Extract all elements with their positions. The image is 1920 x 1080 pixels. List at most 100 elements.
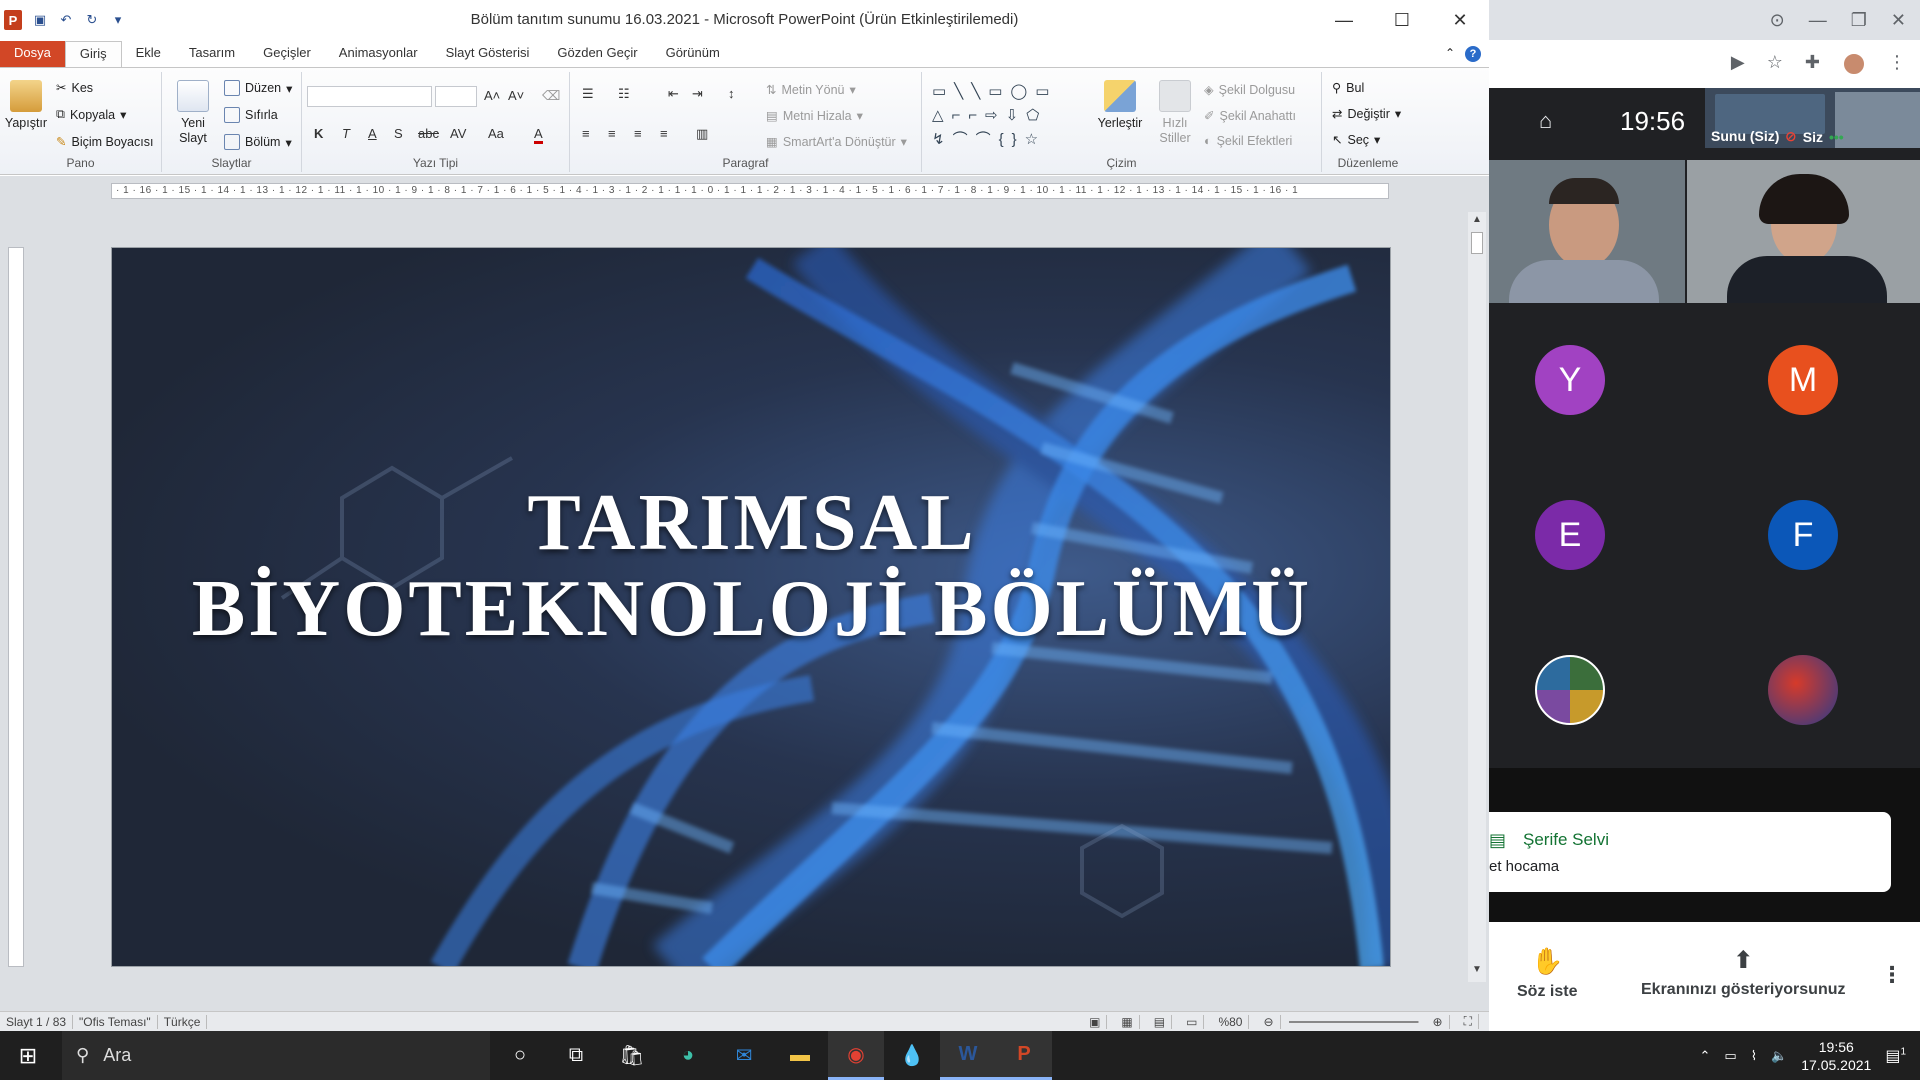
- char-spacing-icon[interactable]: AV: [450, 126, 466, 141]
- presenting-button[interactable]: ⬆ Ekranınızı gösteriyorsunuz: [1641, 946, 1845, 999]
- align-center-icon[interactable]: ≡: [608, 126, 616, 141]
- numbering-icon[interactable]: ☷: [618, 86, 630, 102]
- tab-search-icon[interactable]: ⊙: [1770, 10, 1785, 31]
- chat-notification[interactable]: ▤ Şerife Selvi et hocama: [1489, 812, 1891, 892]
- text-direction-button[interactable]: ⇅ Metin Yönü ▾: [766, 82, 856, 98]
- theme-name[interactable]: "Ofis Teması": [73, 1014, 158, 1029]
- paste-button[interactable]: Yapıştır: [4, 80, 48, 131]
- participant-avatar-photo-1[interactable]: [1535, 655, 1605, 725]
- fit-slide-icon[interactable]: ⛶: [1458, 1014, 1479, 1029]
- font-color-icon[interactable]: A: [534, 126, 543, 144]
- more-dots-icon[interactable]: •••: [1829, 129, 1844, 145]
- slideshow-icon[interactable]: ▭: [1180, 1014, 1205, 1029]
- taskbar-search[interactable]: ⚲ Ara: [62, 1031, 490, 1080]
- participant-avatar-f[interactable]: F: [1768, 500, 1838, 570]
- chrome-icon[interactable]: ◉: [828, 1031, 884, 1080]
- participant-video-female[interactable]: [1687, 160, 1920, 303]
- shape-outline-button[interactable]: ✐ Şekil Anahattı: [1204, 108, 1296, 124]
- copy-button[interactable]: ⧉ Kopyala ▾: [56, 107, 126, 122]
- taskbar-clock[interactable]: 19:56 17.05.2021: [1801, 1038, 1871, 1074]
- notification-icon[interactable]: ▤1: [1885, 1046, 1906, 1066]
- change-case-icon[interactable]: Aa: [488, 126, 504, 141]
- shapes-gallery[interactable]: ▭╲╲▭◯▭ △⌐⌐⇨⇩⬠ ↯⌒⌒{}☆: [932, 80, 1082, 154]
- store-icon[interactable]: 🛍: [604, 1031, 660, 1080]
- close-button[interactable]: ✕: [1431, 0, 1489, 40]
- collapse-ribbon-icon[interactable]: ⌃: [1445, 46, 1455, 62]
- slide-title[interactable]: TARIMSAL BİYOTEKNOLOJİ BÖLÜMÜ: [112, 480, 1390, 652]
- vertical-scrollbar[interactable]: ▲ ▼: [1468, 212, 1486, 982]
- minimize-button[interactable]: —: [1315, 0, 1373, 40]
- mail-icon[interactable]: ✉: [716, 1031, 772, 1080]
- more-options-icon[interactable]: ⋮: [1881, 962, 1903, 988]
- shape-effects-button[interactable]: ◐ Şekil Efektleri: [1204, 134, 1292, 148]
- paint-drop-icon[interactable]: 💧: [884, 1031, 940, 1080]
- participant-avatar-m[interactable]: M: [1768, 345, 1838, 415]
- participant-avatar-photo-2[interactable]: [1768, 655, 1838, 725]
- slide-number[interactable]: Slayt 1 / 83: [0, 1014, 74, 1029]
- zoom-in-icon[interactable]: ⊕: [1427, 1014, 1450, 1029]
- battery-icon[interactable]: ▭: [1724, 1048, 1736, 1064]
- close-icon[interactable]: ✕: [1891, 10, 1906, 31]
- reading-view-icon[interactable]: ▤: [1148, 1014, 1173, 1029]
- tab-gecisler[interactable]: Geçişler: [249, 41, 325, 67]
- volume-icon[interactable]: 🔈: [1771, 1048, 1787, 1064]
- wifi-icon[interactable]: ⌇: [1751, 1048, 1757, 1064]
- smartart-button[interactable]: ▦ SmartArt'a Dönüştür ▾: [766, 134, 907, 150]
- justify-icon[interactable]: ≡: [660, 126, 668, 141]
- replace-button[interactable]: ⇄ Değiştir ▾: [1332, 106, 1401, 122]
- grow-font-icon[interactable]: A˄: [484, 88, 500, 103]
- participant-avatar-y[interactable]: Y: [1535, 345, 1605, 415]
- line-spacing-icon[interactable]: ↕: [728, 86, 735, 101]
- reset-button[interactable]: Sıfırla: [224, 107, 278, 123]
- tab-tasarim[interactable]: Tasarım: [175, 41, 249, 67]
- tab-gorunum[interactable]: Görünüm: [652, 41, 734, 67]
- bold-icon[interactable]: K: [314, 126, 323, 141]
- align-text-button[interactable]: ▤ Metni Hizala ▾: [766, 108, 863, 124]
- bookmark-star-icon[interactable]: ☆: [1767, 52, 1783, 76]
- extensions-icon[interactable]: ✚: [1805, 52, 1820, 76]
- camera-icon[interactable]: ▶: [1731, 52, 1745, 76]
- file-explorer-icon[interactable]: ▬: [772, 1031, 828, 1080]
- decrease-indent-icon[interactable]: ⇤: [668, 86, 679, 102]
- align-right-icon[interactable]: ≡: [634, 126, 642, 141]
- strikethrough-icon[interactable]: abc: [418, 126, 439, 141]
- edge-icon[interactable]: ◕: [660, 1031, 716, 1080]
- zoom-level[interactable]: %80: [1212, 1014, 1250, 1029]
- scroll-thumb[interactable]: [1471, 232, 1483, 254]
- clear-format-icon[interactable]: ⌫: [542, 88, 560, 104]
- minimize-icon[interactable]: —: [1809, 10, 1827, 31]
- columns-icon[interactable]: ▥: [696, 126, 708, 142]
- scroll-up-icon[interactable]: ▲: [1468, 214, 1486, 225]
- font-name-combo[interactable]: [307, 86, 432, 107]
- zoom-slider[interactable]: [1288, 1020, 1419, 1023]
- layout-button[interactable]: Düzen ▾: [224, 80, 292, 96]
- tab-gozden-gecir[interactable]: Gözden Geçir: [543, 41, 651, 67]
- help-icon[interactable]: ?: [1465, 46, 1481, 62]
- shrink-font-icon[interactable]: A˅: [508, 88, 524, 103]
- zoom-out-icon[interactable]: ⊖: [1257, 1014, 1281, 1029]
- raise-hand-button[interactable]: ✋ Söz iste: [1517, 946, 1577, 1001]
- cortana-icon[interactable]: ○: [492, 1031, 548, 1080]
- scroll-down-icon[interactable]: ▼: [1468, 964, 1486, 975]
- increase-indent-icon[interactable]: ⇥: [692, 86, 703, 102]
- font-size-combo[interactable]: [435, 86, 477, 107]
- cut-button[interactable]: ✂ Kes: [56, 80, 93, 96]
- select-button[interactable]: ↖ Seç ▾: [1332, 132, 1380, 148]
- shadow-icon[interactable]: S: [394, 126, 403, 141]
- task-view-icon[interactable]: ⧉: [548, 1031, 604, 1080]
- find-button[interactable]: ⚲ Bul: [1332, 80, 1364, 96]
- tab-animasyonlar[interactable]: Animasyonlar: [325, 41, 432, 67]
- participant-video-male[interactable]: [1489, 160, 1685, 303]
- italic-icon[interactable]: T: [342, 126, 350, 141]
- start-button[interactable]: ⊞: [0, 1031, 56, 1080]
- profile-avatar[interactable]: [1842, 52, 1866, 76]
- new-slide-button[interactable]: Yeni Slayt: [172, 80, 214, 146]
- slide-canvas[interactable]: TARIMSAL BİYOTEKNOLOJİ BÖLÜMÜ: [111, 247, 1391, 967]
- shape-fill-button[interactable]: ◈ Şekil Dolgusu: [1204, 82, 1295, 98]
- powerpoint-taskbar-icon[interactable]: P: [996, 1031, 1052, 1080]
- participant-avatar-e[interactable]: E: [1535, 500, 1605, 570]
- tab-giris[interactable]: Giriş: [64, 41, 122, 67]
- language[interactable]: Türkçe: [158, 1014, 208, 1029]
- section-button[interactable]: Bölüm ▾: [224, 134, 292, 150]
- quick-styles-button[interactable]: Hızlı Stiller: [1150, 80, 1200, 146]
